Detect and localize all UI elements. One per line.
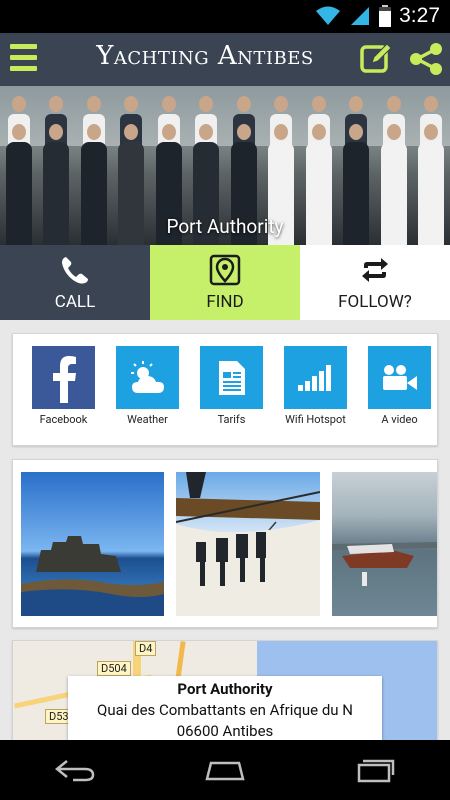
action-bar: CALL FIND FOLLOW? <box>0 245 450 320</box>
wifi-icon <box>316 6 341 25</box>
video-camera-icon <box>368 346 431 409</box>
edit-icon <box>360 43 392 73</box>
phone-icon <box>62 256 88 284</box>
app-title: Yachting Antibes <box>96 41 314 71</box>
road-label-d504: D504 <box>97 661 131 676</box>
home-icon <box>205 761 245 781</box>
status-bar: 3:27 <box>0 0 450 33</box>
recents-button[interactable] <box>345 750 405 790</box>
back-icon <box>54 760 95 782</box>
gallery-photo-fort[interactable] <box>21 472 164 616</box>
map-pin-icon <box>209 254 241 285</box>
call-label: CALL <box>54 291 96 312</box>
app-header: Yachting Antibes <box>0 33 450 86</box>
find-label: FIND <box>206 291 244 312</box>
tile-label: Wifi Hotspot <box>285 413 346 426</box>
tile-wifi-hotspot[interactable]: Wifi Hotspot <box>284 346 347 426</box>
home-button[interactable] <box>195 750 255 790</box>
menu-icon <box>10 44 37 49</box>
tile-tarifs[interactable]: Tarifs <box>200 346 263 426</box>
map-info-window[interactable]: Port Authority Quai des Combattants en A… <box>68 676 382 749</box>
address-line-1: Quai des Combattants en Afrique du N <box>97 701 353 719</box>
place-name: Port Authority <box>177 680 273 698</box>
tile-label: Facebook <box>39 413 88 426</box>
recents-icon <box>357 759 395 783</box>
share-button[interactable] <box>409 42 443 76</box>
share-icon <box>410 43 442 75</box>
edit-button[interactable] <box>360 42 392 74</box>
battery-icon <box>379 5 392 27</box>
signal-bars-icon <box>284 346 347 409</box>
find-button[interactable]: FIND <box>150 245 300 320</box>
call-button[interactable]: CALL <box>0 245 150 320</box>
tile-facebook[interactable]: Facebook <box>32 346 95 426</box>
repeat-icon <box>362 257 388 282</box>
gallery-photo-ship[interactable] <box>332 472 437 616</box>
tile-label: A video <box>381 413 418 426</box>
signal-icon <box>351 7 370 25</box>
tile-weather[interactable]: Weather <box>116 346 179 426</box>
tile-video[interactable]: A video <box>368 346 431 426</box>
back-button[interactable] <box>45 750 105 790</box>
address-line-2: 06600 Antibes <box>176 722 274 740</box>
gallery-photo-sailing[interactable] <box>176 472 320 616</box>
follow-label: FOLLOW? <box>338 291 412 312</box>
hero-caption: Port Authority <box>166 215 284 238</box>
system-nav-bar <box>0 740 450 800</box>
facebook-icon <box>32 346 95 409</box>
shortcuts-card: Facebook Weather Tarifs Wifi Hotspot A v… <box>12 333 438 446</box>
clock: 3:27 <box>399 4 440 27</box>
weather-icon <box>116 346 179 409</box>
road-label-d4: D4 <box>135 641 157 656</box>
hero-photo: Port Authority <box>0 86 450 245</box>
tile-label: Weather <box>127 413 168 426</box>
tile-label: Tarifs <box>217 413 246 426</box>
document-icon <box>200 346 263 409</box>
follow-button[interactable]: FOLLOW? <box>300 245 450 320</box>
photo-gallery <box>12 459 438 628</box>
location-map[interactable]: D4 D504 D53 Port Authority Quai des Comb… <box>12 640 438 750</box>
menu-button[interactable] <box>10 44 37 74</box>
